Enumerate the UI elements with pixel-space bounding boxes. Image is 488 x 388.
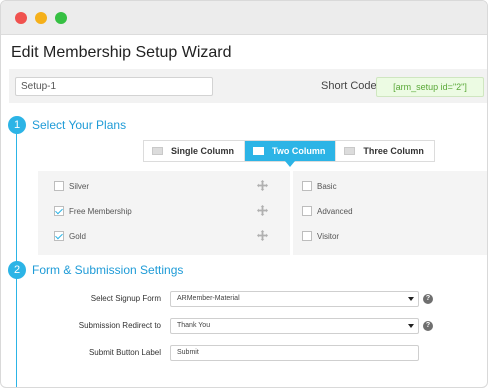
redirect-label: Submission Redirect to <box>78 321 161 330</box>
setup-bar: Setup-1 Short Code [arm_setup id="2"] <box>9 69 487 103</box>
help-icon[interactable]: ? <box>423 321 433 331</box>
plan-item-advanced[interactable]: Advanced <box>293 202 487 220</box>
step-1-badge: 1 <box>8 116 26 134</box>
plan-label: Visitor <box>317 231 340 241</box>
plan-checkbox[interactable] <box>54 206 64 216</box>
plan-item-free-membership[interactable]: Free Membership <box>38 202 290 220</box>
move-icon[interactable] <box>257 230 268 241</box>
signup-form-value: ARMember-Material <box>177 295 240 302</box>
signup-form-label: Select Signup Form <box>90 294 161 303</box>
plan-checkbox[interactable] <box>302 231 312 241</box>
move-icon[interactable] <box>257 180 268 191</box>
plan-label: Gold <box>69 231 86 241</box>
submit-button-label-label: Submit Button Label <box>88 348 161 357</box>
column-layout-tabs: Single Column Two Column Three Column <box>143 140 435 167</box>
plans-column-left: Silver Free Membership Gold <box>38 171 290 255</box>
minimize-window-button[interactable] <box>35 12 47 24</box>
plan-checkbox[interactable] <box>302 181 312 191</box>
move-icon[interactable] <box>257 205 268 216</box>
shortcode-label: Short Code <box>321 80 377 92</box>
plan-item-silver[interactable]: Silver <box>38 177 290 195</box>
tab-label: Three Column <box>363 146 424 156</box>
plan-item-gold[interactable]: Gold <box>38 227 290 245</box>
plan-checkbox[interactable] <box>302 206 312 216</box>
chevron-down-icon <box>408 324 414 328</box>
close-window-button[interactable] <box>15 12 27 24</box>
two-column-icon <box>253 147 264 155</box>
plan-label: Free Membership <box>69 206 132 216</box>
step-2-title: Form & Submission Settings <box>32 263 184 277</box>
tab-two-column[interactable]: Two Column <box>245 141 337 167</box>
plans-column-right: Basic Advanced Visitor <box>293 171 487 255</box>
shortcode-field[interactable]: [arm_setup id="2"] <box>376 77 484 97</box>
plan-label: Silver <box>69 181 90 191</box>
single-column-icon <box>152 147 163 155</box>
plan-item-visitor[interactable]: Visitor <box>293 227 487 245</box>
step-2-badge: 2 <box>8 261 26 279</box>
page-title: Edit Membership Setup Wizard <box>11 44 232 61</box>
chevron-down-icon <box>408 297 414 301</box>
tab-single-column[interactable]: Single Column <box>144 141 245 161</box>
signup-form-select[interactable]: ARMember-Material <box>170 291 419 307</box>
window-titlebar <box>1 1 487 35</box>
step-1-title: Select Your Plans <box>32 118 127 132</box>
tab-label: Single Column <box>171 146 234 156</box>
redirect-value: Thank You <box>177 322 211 329</box>
plan-checkbox[interactable] <box>54 181 64 191</box>
tab-three-column[interactable]: Three Column <box>336 141 434 161</box>
help-icon[interactable]: ? <box>423 294 433 304</box>
tab-label: Two Column <box>272 146 326 156</box>
plan-label: Basic <box>317 181 337 191</box>
setup-name-input[interactable]: Setup-1 <box>15 77 213 96</box>
three-column-icon <box>344 147 356 155</box>
redirect-select[interactable]: Thank You <box>170 318 419 334</box>
plan-label: Advanced <box>317 206 353 216</box>
submit-button-label-input[interactable]: Submit <box>170 345 419 361</box>
app-window: Edit Membership Setup Wizard Setup-1 Sho… <box>0 0 488 388</box>
maximize-window-button[interactable] <box>55 12 67 24</box>
plan-item-basic[interactable]: Basic <box>293 177 487 195</box>
plan-checkbox[interactable] <box>54 231 64 241</box>
